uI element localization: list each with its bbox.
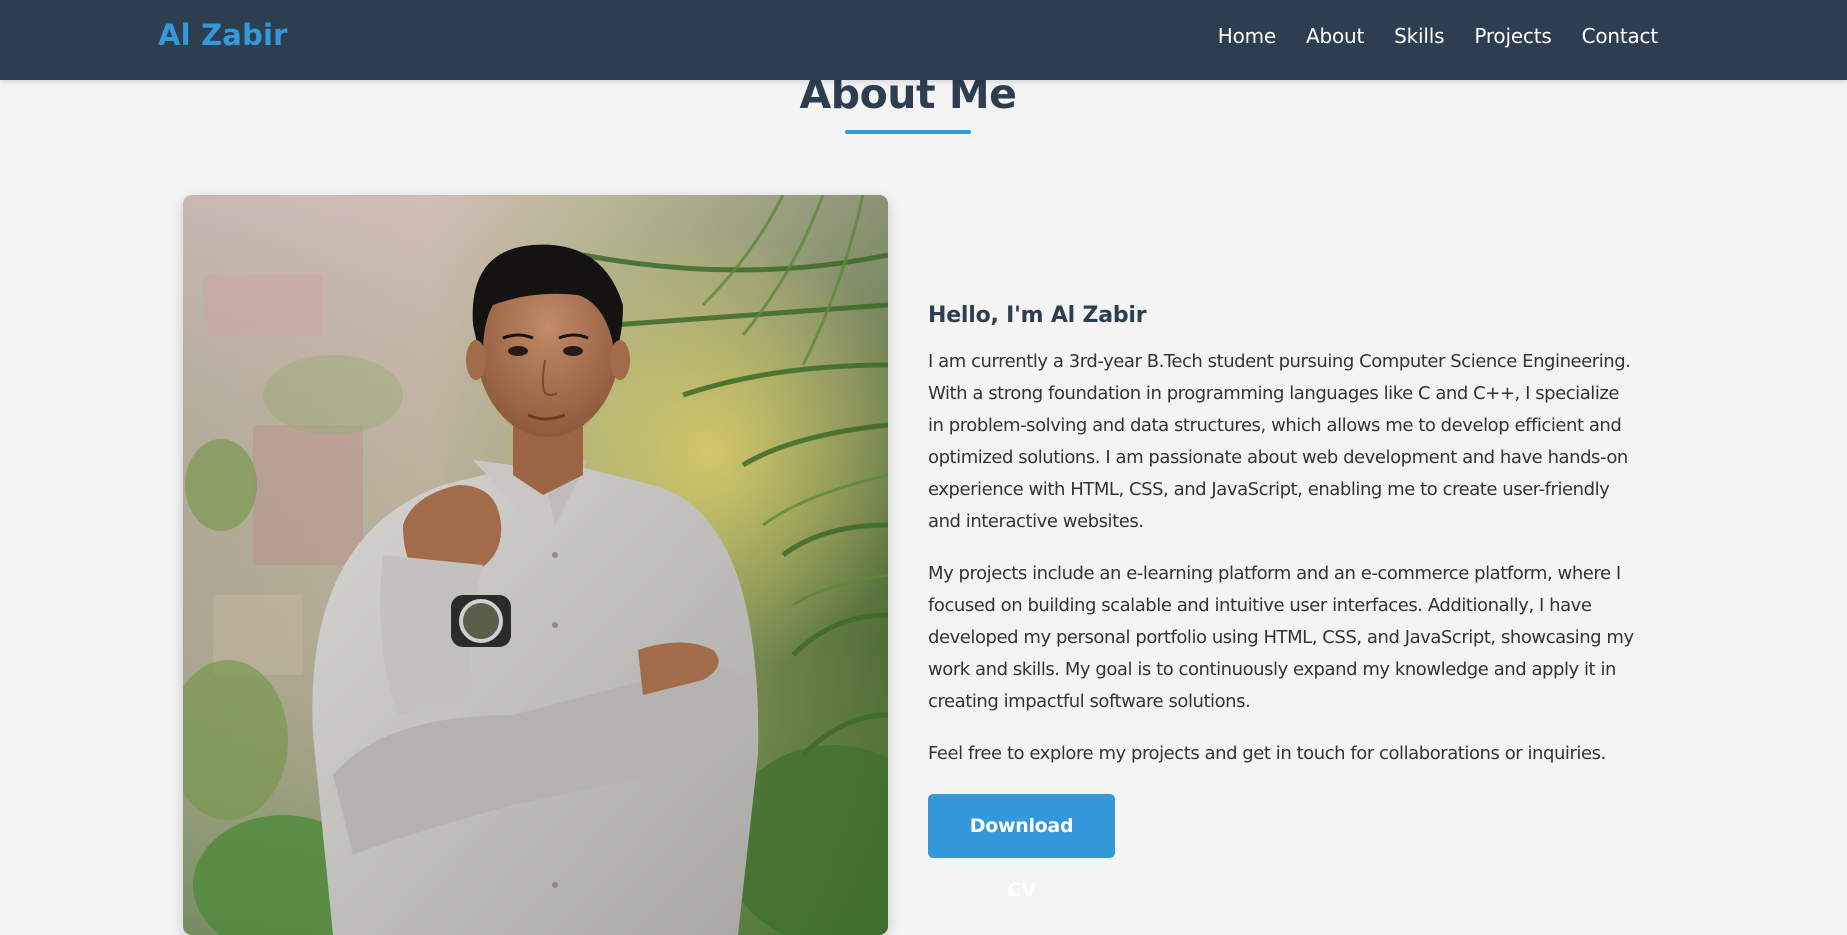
nav-link-home[interactable]: Home xyxy=(1218,24,1276,48)
about-paragraph-3: Feel free to explore my projects and get… xyxy=(928,743,1606,764)
nav-item-skills: Skills xyxy=(1394,24,1444,48)
title-underline xyxy=(845,130,971,134)
nav-item-contact: Contact xyxy=(1582,24,1659,48)
profile-photo xyxy=(183,195,888,935)
nav-link-contact[interactable]: Contact xyxy=(1582,24,1659,48)
site-logo[interactable]: Al Zabir xyxy=(158,18,288,52)
nav-item-home: Home xyxy=(1218,24,1276,48)
about-greeting: Hello, I'm Al Zabir xyxy=(928,303,1147,328)
nav-link-about[interactable]: About xyxy=(1306,24,1364,48)
nav-link-projects[interactable]: Projects xyxy=(1474,24,1551,48)
about-paragraph-2: My projects include an e-learning platfo… xyxy=(928,563,1634,712)
about-text: Hello, I'm Al Zabir I am currently a 3rd… xyxy=(928,303,1638,901)
nav-links: Home About Skills Projects Contact xyxy=(1218,24,1658,48)
nav-link-skills[interactable]: Skills xyxy=(1394,24,1444,48)
download-cv-button[interactable]: Download CV xyxy=(928,794,1115,901)
nav-item-projects: Projects xyxy=(1474,24,1551,48)
about-paragraph-1: I am currently a 3rd-year B.Tech student… xyxy=(928,351,1631,532)
navbar: Al Zabir Home About Skills Projects Cont… xyxy=(0,0,1847,80)
nav-item-about: About xyxy=(1306,24,1364,48)
